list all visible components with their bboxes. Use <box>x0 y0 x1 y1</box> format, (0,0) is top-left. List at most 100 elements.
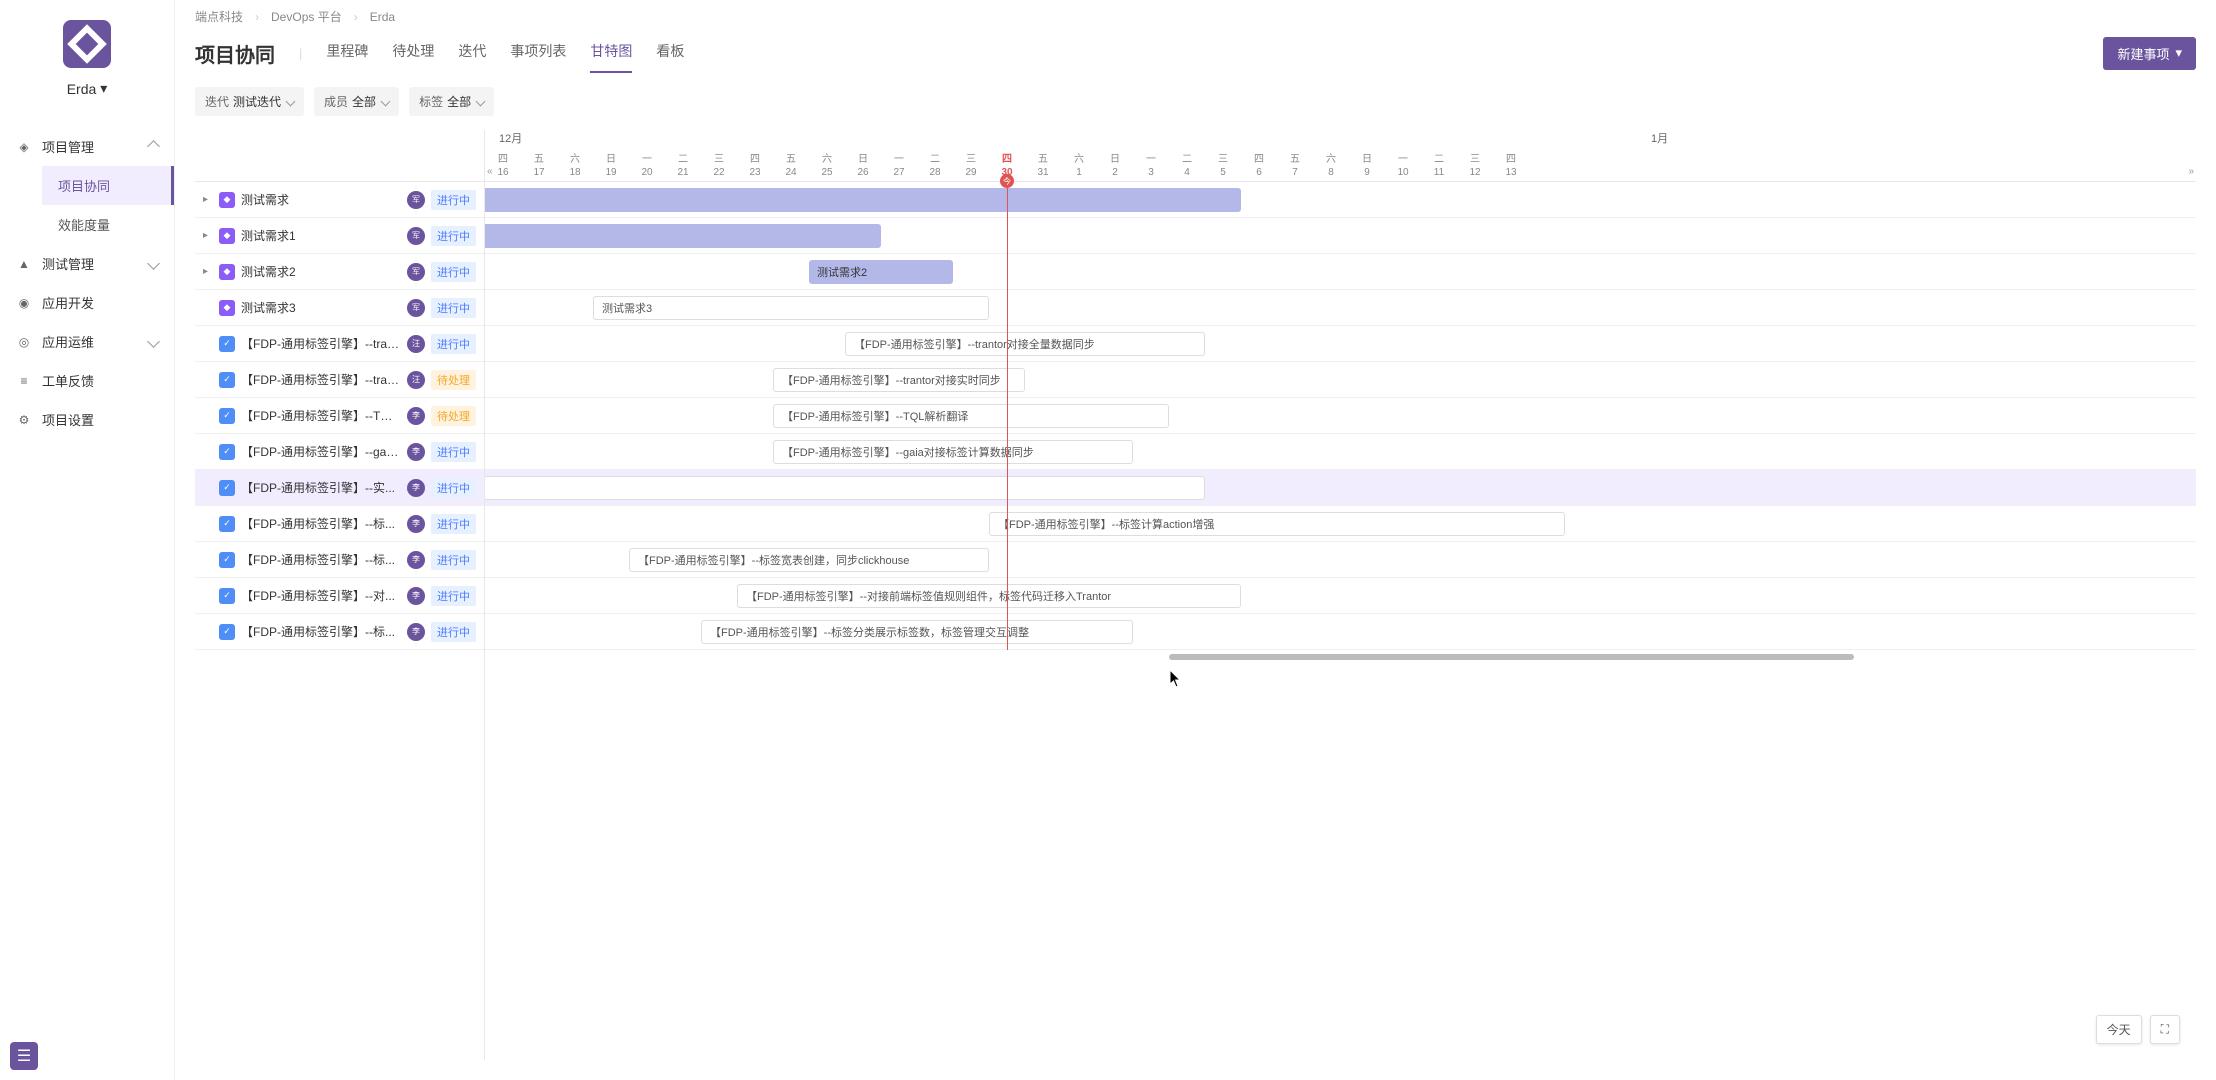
gantt-bar[interactable]: 【FDP-通用标签引擎】--TQL解析翻译 <box>773 404 1169 428</box>
fullscreen-button[interactable]: ⛶ <box>2150 1015 2180 1044</box>
status-badge[interactable]: 进行中 <box>431 478 476 498</box>
org-selector[interactable]: Erda ▾ <box>67 80 108 97</box>
nav-sub-效能度量[interactable]: 效能度量 <box>42 205 174 244</box>
filter-迭代[interactable]: 迭代 测试迭代 <box>195 87 304 116</box>
gantt-bar[interactable]: 【FDP-通用标签引擎】--标签分类展示标签数，标签管理交互调整 <box>701 620 1133 644</box>
task-name: 【FDP-通用标签引擎】--标... <box>241 551 401 568</box>
gantt-row: 【FDP-通用标签引擎】--gaia对接标签计算数据同步 <box>485 434 2196 470</box>
expand-icon[interactable]: ▸ <box>203 230 213 241</box>
status-badge[interactable]: 进行中 <box>431 226 476 246</box>
tab-迭代[interactable]: 迭代 <box>458 33 486 73</box>
day-22: 三22 <box>701 150 737 181</box>
status-badge[interactable]: 进行中 <box>431 262 476 282</box>
status-badge[interactable]: 进行中 <box>431 550 476 570</box>
nav-sub-项目协同[interactable]: 项目协同 <box>42 166 174 205</box>
avatar[interactable]: 李 <box>407 479 425 497</box>
day-24: 五24 <box>773 150 809 181</box>
avatar[interactable]: 军 <box>407 263 425 281</box>
task-row[interactable]: ✓【FDP-通用标签引擎】--标...李进行中 <box>195 614 484 650</box>
nav-item-项目设置[interactable]: ⚙项目设置 <box>0 400 174 439</box>
task-row[interactable]: ✓【FDP-通用标签引擎】--gaia...李进行中 <box>195 434 484 470</box>
status-badge[interactable]: 进行中 <box>431 298 476 318</box>
day-29: 三29 <box>953 150 989 181</box>
status-badge[interactable]: 进行中 <box>431 190 476 210</box>
breadcrumb-item[interactable]: DevOps 平台 <box>271 8 342 25</box>
status-badge[interactable]: 进行中 <box>431 334 476 354</box>
task-name: 【FDP-通用标签引擎】--标... <box>241 515 401 532</box>
avatar[interactable]: 李 <box>407 587 425 605</box>
expand-icon[interactable]: ▸ <box>203 266 213 277</box>
tab-事项列表[interactable]: 事项列表 <box>510 33 566 73</box>
tab-里程碑[interactable]: 里程碑 <box>326 33 368 73</box>
avatar[interactable]: 军 <box>407 191 425 209</box>
task-row[interactable]: ✓【FDP-通用标签引擎】--tran...汪待处理 <box>195 362 484 398</box>
avatar[interactable]: 李 <box>407 623 425 641</box>
tab-甘特图[interactable]: 甘特图 <box>590 33 632 73</box>
avatar[interactable]: 军 <box>407 227 425 245</box>
svg-text:▲: ▲ <box>18 257 30 271</box>
status-badge[interactable]: 待处理 <box>431 370 476 390</box>
task-type-icon: ✓ <box>219 336 235 352</box>
tab-待处理[interactable]: 待处理 <box>392 33 434 73</box>
nav-item-应用开发[interactable]: ◉应用开发 <box>0 283 174 322</box>
day-19: 日19 <box>593 150 629 181</box>
status-badge[interactable]: 进行中 <box>431 442 476 462</box>
gantt-h-scrollbar[interactable] <box>485 654 2196 662</box>
status-badge[interactable]: 进行中 <box>431 514 476 534</box>
gantt-bar[interactable]: 【FDP-通用标签引擎】--标签宽表创建，同步clickhouse <box>629 548 989 572</box>
status-badge[interactable]: 待处理 <box>431 406 476 426</box>
sidebar-collapse-button[interactable]: ☰ <box>10 1042 38 1070</box>
task-row[interactable]: ✓【FDP-通用标签引擎】--tran...汪进行中 <box>195 326 484 362</box>
nav-item-项目管理[interactable]: ◈项目管理 <box>0 127 174 166</box>
task-row[interactable]: ✓【FDP-通用标签引擎】--TQL...李待处理 <box>195 398 484 434</box>
gantt-bar[interactable]: 求1 <box>485 224 881 248</box>
task-row[interactable]: ✓【FDP-通用标签引擎】--对...李进行中 <box>195 578 484 614</box>
today-button[interactable]: 今天 <box>2096 1015 2142 1044</box>
day-11: 二11 <box>1421 150 1457 181</box>
gantt-bar[interactable]: 测试需求2 <box>809 260 953 284</box>
expand-icon[interactable]: ▸ <box>203 194 213 205</box>
task-row[interactable]: ◆测试需求3军进行中 <box>195 290 484 326</box>
task-row[interactable]: ✓【FDP-通用标签引擎】--标...李进行中 <box>195 542 484 578</box>
avatar[interactable]: 李 <box>407 407 425 425</box>
nav-item-应用运维[interactable]: ◎应用运维 <box>0 322 174 361</box>
avatar[interactable]: 军 <box>407 299 425 317</box>
task-row[interactable]: ▸◆测试需求2军进行中 <box>195 254 484 290</box>
task-row[interactable]: ✓【FDP-通用标签引擎】--实...李进行中 <box>195 470 484 506</box>
nav-item-工单反馈[interactable]: ≡工单反馈 <box>0 361 174 400</box>
avatar[interactable]: 李 <box>407 515 425 533</box>
gantt-row: 【FDP-通用标签引擎】--标签宽表创建，同步clickhouse <box>485 542 2196 578</box>
breadcrumb-item[interactable]: Erda <box>370 10 395 24</box>
nav-item-测试管理[interactable]: ▲测试管理 <box>0 244 174 283</box>
gantt-bar[interactable]: 测试需求3 <box>593 296 989 320</box>
gantt-row: 【FDP-通用标签引擎】--TQL解析翻译 <box>485 398 2196 434</box>
new-issue-button[interactable]: 新建事项 ▾ <box>2103 37 2196 70</box>
gantt-scroll-right[interactable]: » <box>2188 166 2194 177</box>
status-badge[interactable]: 进行中 <box>431 586 476 606</box>
avatar[interactable]: 汪 <box>407 371 425 389</box>
today-marker: 今 <box>1000 174 1014 188</box>
filter-标签[interactable]: 标签 全部 <box>409 87 494 116</box>
gantt-container: ▸◆测试需求军进行中▸◆测试需求1军进行中▸◆测试需求2军进行中◆测试需求3军进… <box>195 130 2196 1060</box>
avatar[interactable]: 李 <box>407 443 425 461</box>
gantt-bar[interactable]: 【FDP-通用标签引擎】--gaia对接标签计算数据同步 <box>773 440 1133 464</box>
gantt-bar[interactable]: 【FDP-通用标签引擎】--trantor对接实时同步 <box>773 368 1025 392</box>
app-logo[interactable] <box>63 20 111 68</box>
filter-成员[interactable]: 成员 全部 <box>314 87 399 116</box>
gantt-bar[interactable] <box>485 188 1241 212</box>
avatar[interactable]: 汪 <box>407 335 425 353</box>
tab-看板[interactable]: 看板 <box>656 33 684 73</box>
day-18: 六18 <box>557 150 593 181</box>
task-row[interactable]: ▸◆测试需求军进行中 <box>195 182 484 218</box>
gantt-bar[interactable] <box>485 476 1205 500</box>
gantt-scroll-left[interactable]: « <box>487 166 493 177</box>
gantt-bar[interactable]: 【FDP-通用标签引擎】--标签计算action增强 <box>989 512 1565 536</box>
avatar[interactable]: 李 <box>407 551 425 569</box>
breadcrumb-item[interactable]: 端点科技 <box>195 8 243 25</box>
task-row[interactable]: ▸◆测试需求1军进行中 <box>195 218 484 254</box>
gantt-timeline[interactable]: 12月1月 四16五17六18日19一20二21三22四23五24六25日26一… <box>485 130 2196 1060</box>
gantt-bar[interactable]: 【FDP-通用标签引擎】--对接前端标签值规则组件，标签代码迁移入Trantor <box>737 584 1241 608</box>
status-badge[interactable]: 进行中 <box>431 622 476 642</box>
task-row[interactable]: ✓【FDP-通用标签引擎】--标...李进行中 <box>195 506 484 542</box>
gantt-bar[interactable]: 【FDP-通用标签引擎】--trantor对接全量数据同步 <box>845 332 1205 356</box>
